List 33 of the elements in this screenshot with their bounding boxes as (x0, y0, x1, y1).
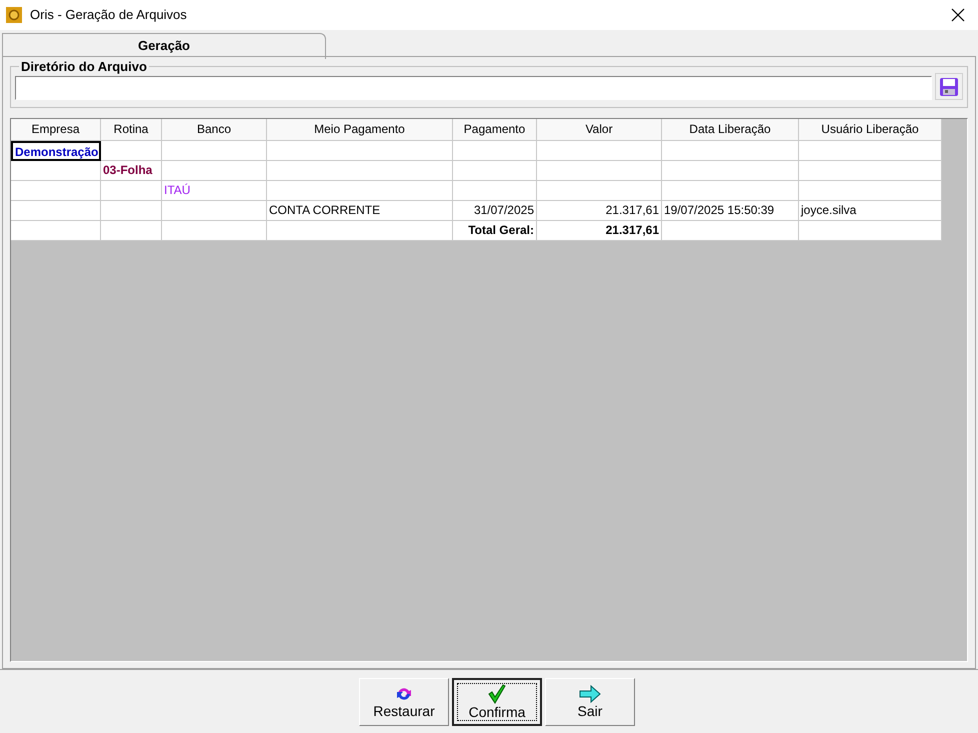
window-title: Oris - Geração de Arquivos (30, 6, 187, 24)
column-header[interactable]: Rotina (101, 119, 162, 141)
column-header[interactable]: Empresa (11, 119, 101, 141)
table-cell: CONTA CORRENTE (267, 201, 453, 221)
app-logo-icon (6, 7, 22, 23)
column-header[interactable]: Meio Pagamento (267, 119, 453, 141)
column-header[interactable]: Usuário Liberação (799, 119, 942, 141)
table-cell: 21.317,61 (537, 221, 662, 241)
save-button[interactable] (935, 73, 963, 100)
table-cell: 03-Folha (101, 161, 162, 181)
column-header[interactable]: Data Liberação (662, 119, 799, 141)
checkmark-icon (488, 684, 506, 704)
table-cell (101, 141, 162, 161)
confirm-button[interactable]: Confirma (452, 678, 542, 726)
table-cell (101, 181, 162, 201)
arrow-right-icon (579, 684, 601, 702)
table-cell (101, 201, 162, 221)
table-cell: Demonstração (11, 141, 101, 161)
table-cell: 21.317,61 (537, 201, 662, 221)
restore-button[interactable]: Restaurar (359, 678, 449, 726)
table-cell: joyce.silva (799, 201, 942, 221)
table-cell: 31/07/2025 (453, 201, 537, 221)
table-cell (101, 221, 162, 241)
column-header[interactable]: Valor (537, 119, 662, 141)
group-label: Diretório do Arquivo (19, 59, 149, 74)
tab[interactable]: Geração (2, 33, 326, 59)
directory-field[interactable] (15, 76, 932, 100)
table-cell: ITAÚ (162, 181, 267, 201)
exit-button[interactable]: Sair (545, 678, 635, 726)
column-header[interactable]: Pagamento (453, 119, 537, 141)
table-cell: Total Geral: (453, 221, 537, 241)
column-header[interactable]: Banco (162, 119, 267, 141)
table-cell: 19/07/2025 15:50:39 (662, 201, 799, 221)
